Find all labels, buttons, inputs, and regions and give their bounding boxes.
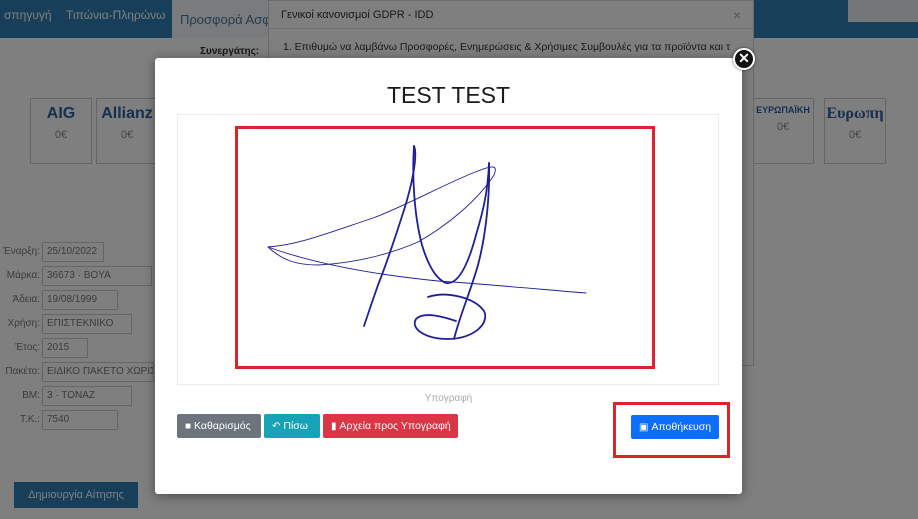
files-to-sign-button[interactable]: ▮ Αρχεία προς Υπογραφή: [323, 414, 458, 438]
back-button[interactable]: ↶ Πίσω: [264, 414, 320, 438]
modal-title: TEST TEST: [386, 82, 511, 108]
clear-button-label: Καθαρισμός: [194, 420, 251, 432]
trash-icon: ■: [185, 421, 192, 432]
close-icon[interactable]: ✕: [733, 48, 755, 70]
back-button-label: Πίσω: [283, 420, 308, 432]
save-highlight-box: [613, 402, 730, 458]
file-icon: ▮: [331, 421, 337, 432]
signature-highlight-box: [235, 126, 655, 369]
undo-icon: ↶: [272, 421, 281, 432]
clear-button[interactable]: ■ Καθαρισμός: [177, 414, 261, 438]
files-to-sign-button-label: Αρχεία προς Υπογραφή: [339, 420, 451, 432]
